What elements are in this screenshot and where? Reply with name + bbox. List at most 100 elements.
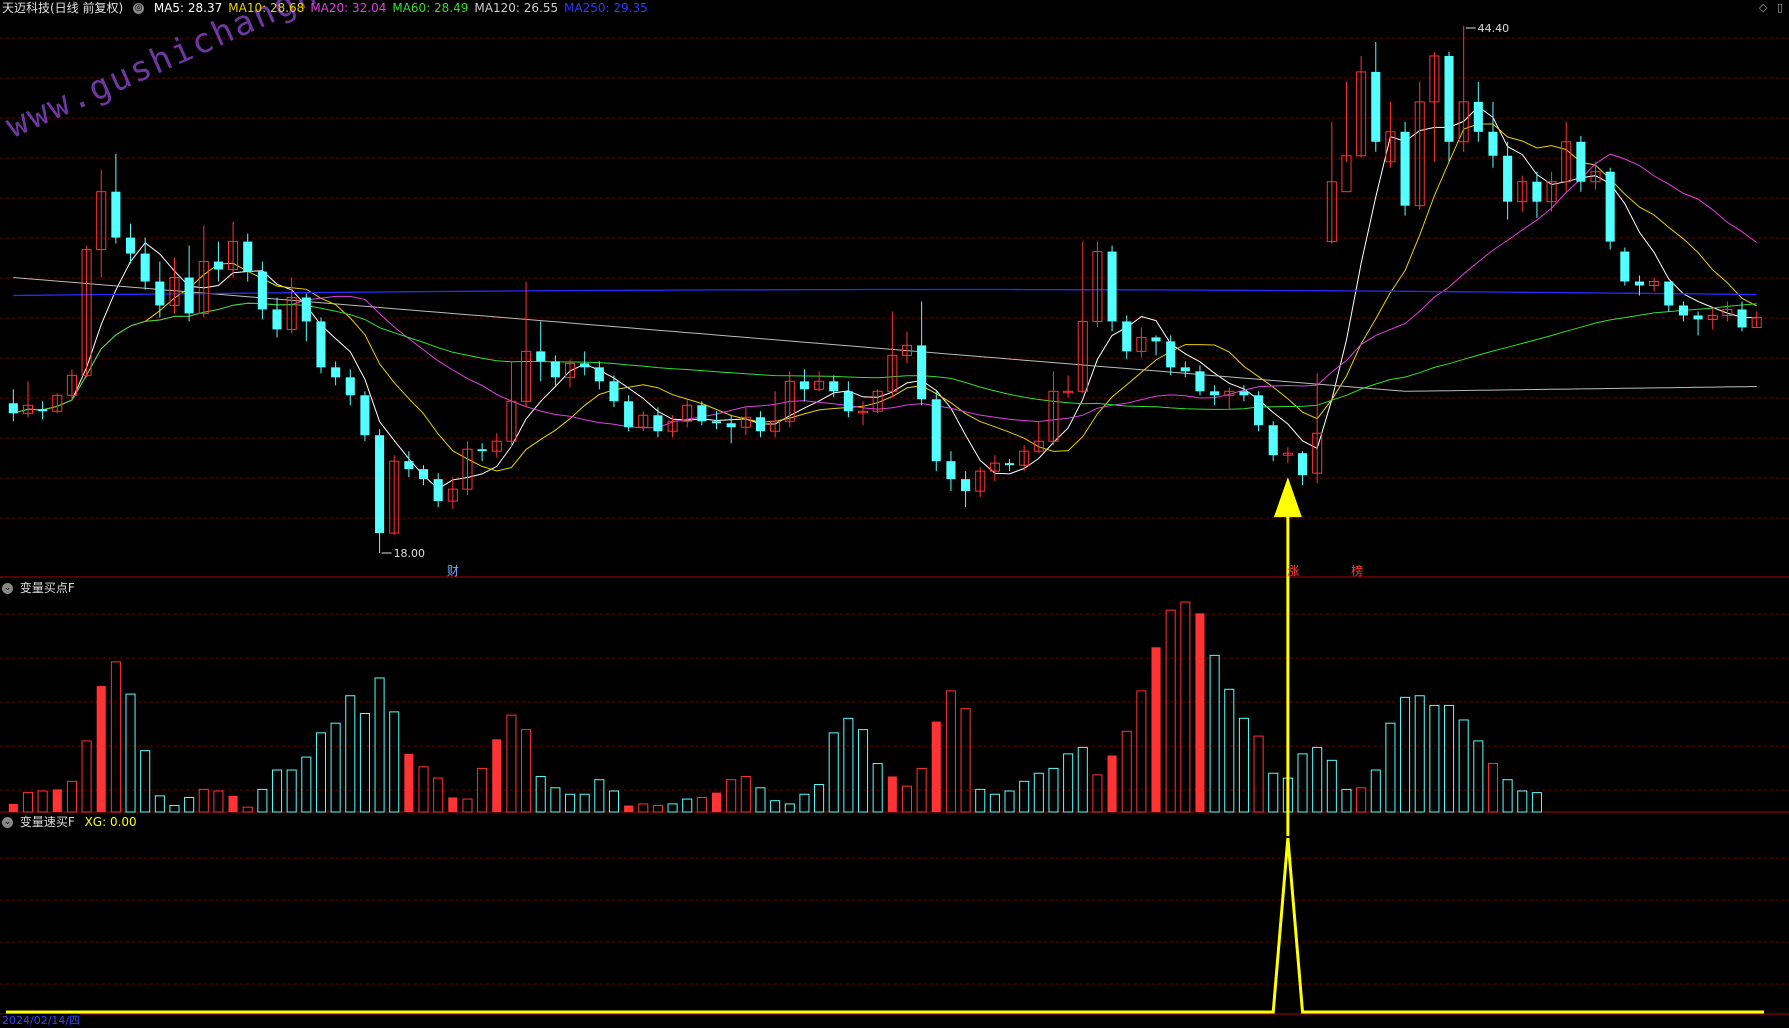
volume-bar xyxy=(1063,753,1074,813)
volume-bar xyxy=(960,708,971,813)
volume-bar xyxy=(52,789,62,812)
volume-bar xyxy=(564,793,576,813)
xg-signal-line xyxy=(6,837,1764,1014)
volume-bar xyxy=(1458,719,1469,813)
candle-body xyxy=(360,395,370,436)
candle-body xyxy=(1488,131,1498,156)
volume-bar xyxy=(784,803,795,813)
candle-body xyxy=(1371,71,1381,142)
candle-body xyxy=(345,377,355,396)
ma-legend-item: MA20: 32.04 xyxy=(310,1,387,15)
high-price-label: 44.40 xyxy=(1478,22,1510,35)
volume-bar xyxy=(1165,609,1176,813)
volume-bar xyxy=(257,788,268,813)
collapse-icon[interactable]: ⌄ xyxy=(2,817,13,828)
candle-body xyxy=(1195,371,1205,392)
candle-body xyxy=(829,381,839,392)
diamond-icon[interactable]: ◇ xyxy=(1759,1,1767,14)
candle-body xyxy=(418,469,429,480)
low-price-label: 18.00 xyxy=(394,547,426,560)
volume-bar xyxy=(301,756,312,813)
volume-bar xyxy=(1195,613,1205,812)
main-chart-header: 天迈科技(日线 前复权) ◎ MA5: 28.37 MA10: 28.68 MA20… xyxy=(2,1,660,15)
volume-bar xyxy=(418,766,429,813)
ma-legend-item: MA250: 29.35 xyxy=(564,1,648,15)
volume-bar xyxy=(315,732,327,813)
candle-body xyxy=(1166,341,1176,368)
ma-legend: MA5: 28.37 MA10: 28.68 MA20: 32.04 MA60: 28… xyxy=(154,1,654,15)
chart-canvas[interactable]: 44.40 18.00 xyxy=(0,0,1789,1025)
volume-bar xyxy=(594,779,605,813)
candle-body xyxy=(653,415,663,432)
volume-bar xyxy=(696,796,707,813)
candle-body xyxy=(1180,367,1190,372)
volume-bar xyxy=(228,795,238,812)
candle-body xyxy=(594,367,604,382)
volume-bar xyxy=(22,792,34,813)
candle-body xyxy=(580,363,590,368)
volume-bar xyxy=(1209,654,1220,813)
ma250-line xyxy=(13,288,1757,297)
candle-body xyxy=(755,417,766,432)
ma20-line xyxy=(13,153,1757,429)
volume-bar xyxy=(1121,730,1132,813)
candle-body xyxy=(1605,171,1615,242)
volume-bars[interactable] xyxy=(8,601,1542,813)
volume-bar xyxy=(550,787,561,813)
volume-bar xyxy=(154,795,165,813)
volume-bar xyxy=(1341,788,1352,813)
volume-bar xyxy=(1136,690,1147,813)
candle-body xyxy=(272,309,282,330)
candle-body xyxy=(1664,281,1674,306)
volume-bar xyxy=(1224,688,1235,813)
volume-bar xyxy=(726,779,737,813)
volume-bar xyxy=(506,714,517,813)
volume-bar xyxy=(492,739,502,812)
candle-body xyxy=(550,361,560,378)
candle-body xyxy=(155,281,165,306)
volume-bar xyxy=(1312,746,1323,813)
volume-bar xyxy=(711,792,722,812)
candle-body xyxy=(931,399,941,462)
candle-body xyxy=(111,191,121,238)
volume-bar xyxy=(755,787,766,813)
volume-bar xyxy=(271,769,283,813)
volume-bar xyxy=(1107,755,1117,812)
ma-legend-item: MA60: 28.49 xyxy=(392,1,469,15)
event-marker: 涨 xyxy=(1287,564,1300,578)
volume-bar xyxy=(887,776,897,812)
volume-bar xyxy=(198,788,209,813)
panel3-title: 变量速买F xyxy=(19,815,75,829)
candle-body xyxy=(257,271,267,310)
volume-bar xyxy=(169,805,180,813)
candle-body xyxy=(624,401,634,428)
volume-bar xyxy=(96,686,106,812)
volume-bar xyxy=(1443,704,1455,813)
candle-body xyxy=(946,461,956,480)
collapse-icon[interactable]: ⌄ xyxy=(2,583,13,594)
ma5-line xyxy=(13,105,1757,490)
volume-bar xyxy=(989,793,1000,813)
ma-legend-item: MA120: 26.55 xyxy=(474,1,559,15)
window-icon[interactable]: ▯ xyxy=(1777,1,1783,14)
candle-body xyxy=(404,461,414,470)
event-marker: 财 xyxy=(446,564,459,578)
volume-bar xyxy=(1268,772,1279,813)
volume-bar xyxy=(37,790,48,813)
volume-bar xyxy=(345,695,356,813)
volume-bar xyxy=(462,798,473,813)
volume-bar xyxy=(1429,704,1440,813)
collapse-icon[interactable]: ◎ xyxy=(133,3,145,14)
volume-bar xyxy=(740,775,751,813)
candle-body xyxy=(1634,281,1645,286)
volume-bar xyxy=(1092,774,1103,813)
candle-body xyxy=(243,241,253,272)
volume-bar xyxy=(110,661,121,813)
volume-bar xyxy=(1238,717,1249,813)
volume-bar xyxy=(330,722,341,813)
volume-bar xyxy=(857,729,869,813)
volume-bar xyxy=(140,750,151,813)
ma-legend-item: MA5: 28.37 xyxy=(153,1,223,15)
candle-body xyxy=(331,367,341,378)
volume-bar xyxy=(799,793,810,813)
